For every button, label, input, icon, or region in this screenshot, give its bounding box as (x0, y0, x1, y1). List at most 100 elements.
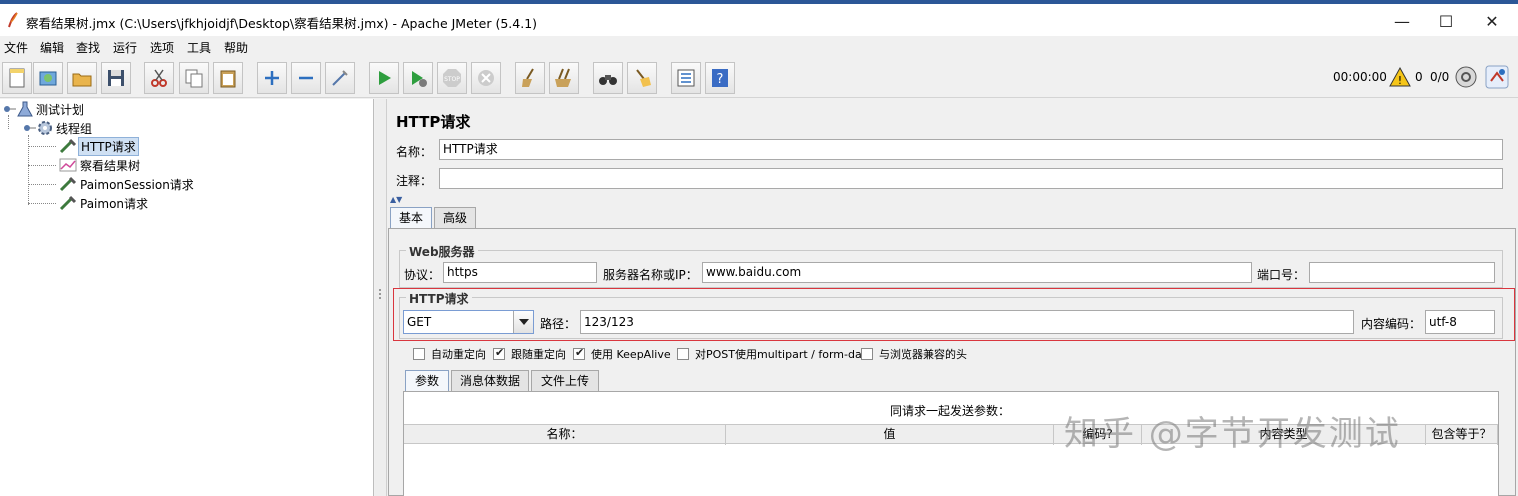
tab-parameters[interactable]: 参数 (405, 370, 449, 391)
new-file-icon (9, 68, 25, 88)
name-input[interactable]: HTTP请求 (439, 139, 1503, 160)
close-button[interactable]: ✕ (1470, 8, 1514, 36)
protocol-input[interactable]: https (443, 262, 597, 283)
tree-http-request[interactable]: HTTP请求 (58, 136, 139, 156)
tree-test-plan[interactable]: 测试计划 (2, 100, 86, 118)
checkbox-label: 使用 KeepAlive (591, 348, 671, 361)
menu-options[interactable]: 选项 (150, 39, 174, 56)
tree-label: 察看结果树 (80, 158, 141, 173)
column-name[interactable]: 名称： (404, 425, 726, 445)
templates-icon (39, 71, 57, 86)
cut-button[interactable] (144, 62, 174, 94)
collapse-all-button[interactable] (291, 62, 321, 94)
minimize-button[interactable]: — (1380, 8, 1424, 36)
checkbox-box[interactable] (413, 348, 425, 360)
server-input[interactable]: www.baidu.com (702, 262, 1252, 283)
search-button[interactable] (593, 62, 623, 94)
protocol-label: 协议： (404, 268, 441, 282)
svg-text:STOP: STOP (444, 76, 460, 83)
menu-run[interactable]: 运行 (113, 39, 137, 56)
warning-icon[interactable]: ! (1389, 67, 1411, 87)
name-label: 名称： (396, 145, 433, 159)
column-value[interactable]: 值 (726, 425, 1054, 445)
split-pane-divider[interactable] (375, 99, 387, 496)
save-button[interactable] (101, 62, 131, 94)
checkbox-box[interactable] (493, 346, 505, 360)
pipette-icon (59, 138, 77, 154)
menu-search[interactable]: 查找 (76, 39, 100, 56)
menu-file[interactable]: 文件 (4, 39, 28, 56)
reset-search-button[interactable] (627, 62, 657, 94)
highlight-annotation (393, 288, 1515, 341)
tree-label: 线程组 (56, 121, 93, 136)
svg-text:?: ? (717, 72, 724, 87)
tree-paimon-request[interactable]: Paimon请求 (58, 194, 150, 212)
checkbox-label: 与浏览器兼容的头 (879, 348, 967, 361)
tree-toggle-icon[interactable] (2, 102, 16, 116)
tab-body-data[interactable]: 消息体数据 (451, 370, 529, 391)
browser-headers-checkbox[interactable]: 与浏览器兼容的头 (861, 346, 967, 362)
tab-advanced[interactable]: 高级 (434, 207, 476, 228)
jmeter-feather-icon (8, 12, 18, 28)
copy-button[interactable] (179, 62, 209, 94)
multipart-checkbox[interactable]: 对POST使用multipart / form-data (677, 346, 873, 362)
new-button[interactable] (2, 62, 32, 94)
watermark: 知乎 @字节开发测试 (1064, 414, 1401, 454)
tree-label: PaimonSession请求 (80, 177, 194, 192)
remote-status-icon (1455, 66, 1477, 88)
column-include-equals[interactable]: 包含等于？ (1426, 425, 1498, 445)
checkbox-box[interactable] (861, 348, 873, 360)
function-helper-button[interactable] (671, 62, 701, 94)
expand-all-button[interactable] (257, 62, 287, 94)
start-no-pauses-button[interactable] (403, 62, 433, 94)
save-disk-icon (108, 70, 124, 86)
tree-view-results-tree[interactable]: 察看结果树 (58, 156, 142, 174)
reset-broom-icon (636, 69, 651, 87)
start-button[interactable] (369, 62, 399, 94)
clear-all-button[interactable] (549, 62, 579, 94)
port-input[interactable] (1309, 262, 1495, 283)
play-no-pause-icon (412, 71, 427, 87)
clear-button[interactable] (515, 62, 545, 94)
tree-paimon-session-request[interactable]: PaimonSession请求 (58, 175, 196, 193)
keepalive-checkbox[interactable]: 使用 KeepAlive (573, 346, 671, 362)
paste-button[interactable] (213, 62, 243, 94)
server-label: 服务器名称或IP： (603, 268, 698, 282)
comment-input[interactable] (439, 168, 1503, 189)
window-title: 察看结果树.jmx (C:\Users\jfkhjoidjf\Desktop\察… (26, 16, 538, 31)
flask-icon (17, 101, 33, 117)
tree-toggle-icon[interactable] (22, 121, 36, 135)
menu-edit[interactable]: 编辑 (40, 39, 64, 56)
clear-broom-icon (522, 68, 534, 87)
tab-basic[interactable]: 基本 (390, 207, 432, 228)
shutdown-icon (478, 70, 494, 86)
run-status-icon (1485, 65, 1509, 89)
menu-bar: 文件 编辑 查找 运行 选项 工具 帮助 (0, 36, 1518, 58)
scissors-icon (151, 69, 167, 87)
open-button[interactable] (67, 62, 97, 94)
help-question-icon: ? (712, 69, 728, 87)
stop-button[interactable]: STOP (437, 62, 467, 94)
maximize-button[interactable]: ☐ (1424, 8, 1468, 36)
toggle-wand-icon (332, 70, 348, 86)
tab-file-upload[interactable]: 文件上传 (531, 370, 599, 391)
toggle-button[interactable] (325, 62, 355, 94)
menu-help[interactable]: 帮助 (224, 39, 248, 56)
checkbox-box[interactable] (573, 346, 585, 360)
auto-redirect-checkbox[interactable]: 自动重定向 (413, 346, 486, 362)
open-folder-icon (72, 73, 92, 87)
help-button[interactable]: ? (705, 62, 735, 94)
checkbox-box[interactable] (677, 348, 689, 360)
function-list-icon (677, 69, 695, 87)
templates-button[interactable] (33, 62, 63, 94)
follow-redirects-checkbox[interactable]: 跟随重定向 (493, 346, 566, 362)
tree-thread-group[interactable]: 线程组 (22, 119, 94, 137)
test-plan-tree[interactable]: 测试计划 线程组 HTTP请求 察看结果树 PaimonSession请求 Pa… (0, 99, 374, 496)
tree-label: 测试计划 (36, 102, 85, 117)
port-label: 端口号： (1257, 268, 1306, 282)
paste-clipboard-icon (220, 70, 236, 88)
collapse-arrows-icon[interactable]: ▲▼ (390, 195, 402, 204)
comment-label: 注释： (396, 174, 433, 188)
menu-tools[interactable]: 工具 (187, 39, 211, 56)
shutdown-button[interactable] (471, 62, 501, 94)
